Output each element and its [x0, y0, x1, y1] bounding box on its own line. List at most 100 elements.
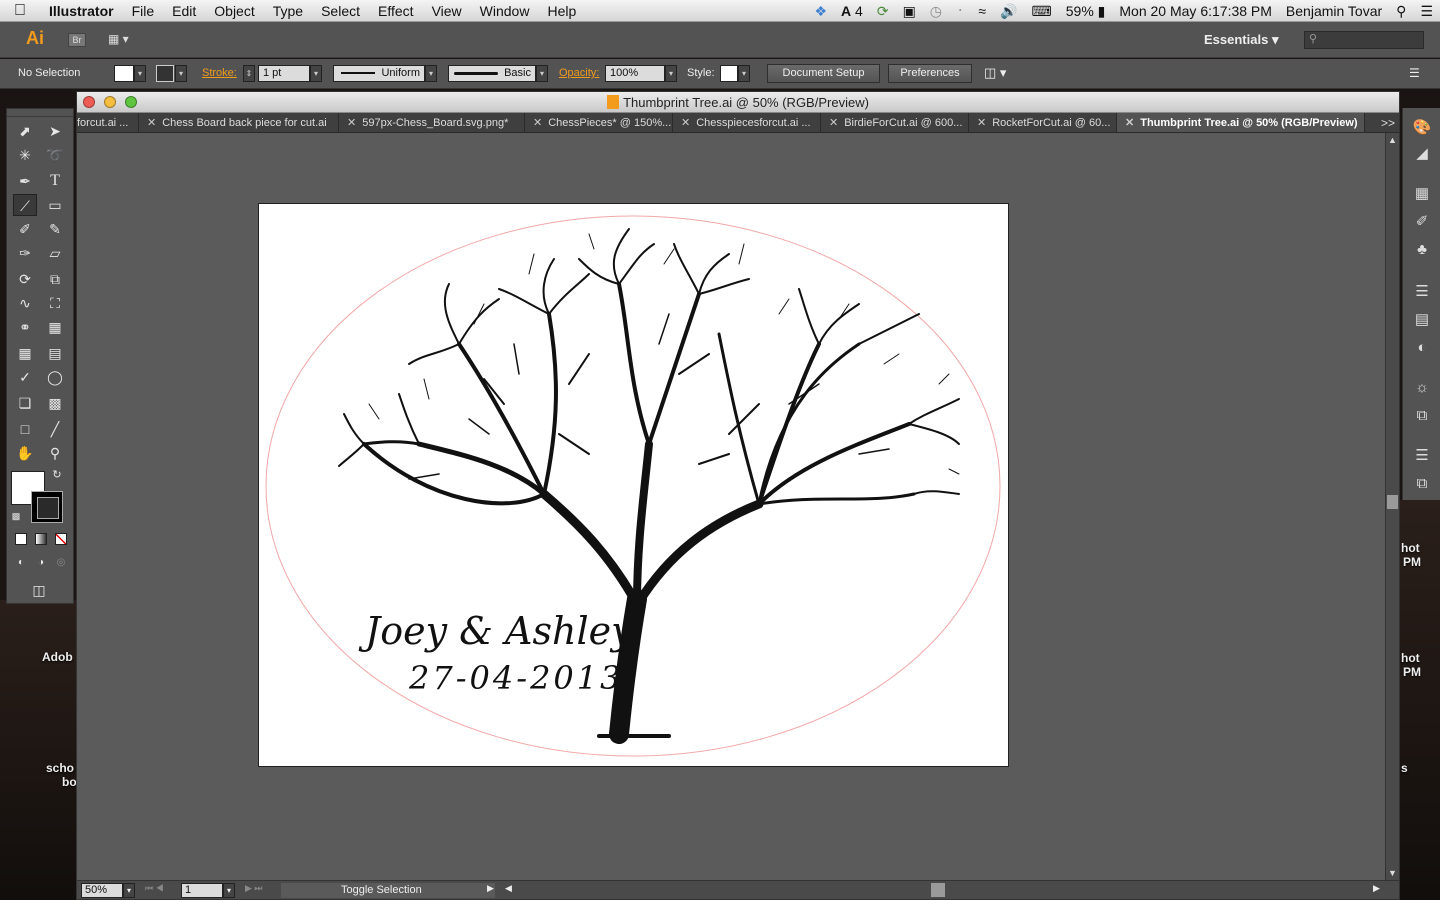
- menu-help[interactable]: Help: [538, 3, 585, 19]
- swatches-panel-icon[interactable]: ▦: [1412, 184, 1432, 204]
- free-transform-tool-icon[interactable]: ⛶: [43, 292, 67, 314]
- scroll-left-icon[interactable]: ◀: [505, 883, 512, 894]
- next-artboard-icon[interactable]: ▶ ⏭: [245, 883, 263, 894]
- document-title-bar[interactable]: Thumbprint Tree.ai @ 50% (RGB/Preview): [77, 92, 1399, 113]
- document-tab[interactable]: ✕ Chess Board back piece for cut.ai: [139, 113, 339, 132]
- stroke-color-swatch[interactable]: [156, 65, 174, 82]
- document-tab[interactable]: ✕ BirdieForCut.ai @ 600...: [821, 113, 969, 132]
- symbol-sprayer-tool-icon[interactable]: ❏: [13, 392, 37, 414]
- stroke-panel-icon[interactable]: ☰: [1412, 282, 1432, 302]
- apple-menu-icon[interactable]: : [0, 2, 40, 20]
- close-tab-icon[interactable]: ✕: [147, 117, 156, 129]
- color-guide-panel-icon[interactable]: ◢: [1412, 144, 1432, 164]
- shape-builder-tool-icon[interactable]: ⚭: [13, 316, 37, 338]
- time-machine-icon[interactable]: ◷: [923, 3, 949, 20]
- desktop-icon-label[interactable]: Adob: [42, 650, 73, 664]
- perspective-grid-tool-icon[interactable]: ▦: [43, 316, 67, 338]
- battery-status[interactable]: 59% ▮: [1059, 3, 1113, 20]
- keyboard-icon[interactable]: ⌨: [1025, 3, 1059, 20]
- close-tab-icon[interactable]: ✕: [347, 117, 356, 129]
- gradient-tool-icon[interactable]: ▤: [43, 342, 67, 364]
- artboard-tool-icon[interactable]: □: [13, 418, 37, 440]
- arrange-icon[interactable]: ◫ ▾: [984, 65, 1006, 81]
- preferences-button[interactable]: Preferences: [888, 64, 972, 83]
- graphic-style-swatch[interactable]: [720, 65, 738, 82]
- color-panel-icon[interactable]: 🎨: [1412, 118, 1432, 138]
- swap-fill-stroke-icon[interactable]: ↻: [49, 467, 65, 483]
- draw-inside-icon[interactable]: ◎: [53, 555, 69, 571]
- brush-dropdown[interactable]: ▾: [536, 65, 548, 82]
- spotlight-icon[interactable]: ⚲: [1389, 3, 1413, 20]
- close-tab-icon[interactable]: ✕: [533, 117, 542, 129]
- stroke-dropdown[interactable]: ▾: [175, 65, 187, 82]
- document-tab[interactable]: ✕ 597px-Chess_Board.svg.png*: [339, 113, 525, 132]
- magic-wand-tool-icon[interactable]: ✳: [13, 144, 37, 166]
- mesh-tool-icon[interactable]: ▦: [13, 342, 37, 364]
- color-mode-icon[interactable]: [13, 531, 29, 547]
- close-tab-icon[interactable]: ✕: [829, 117, 838, 129]
- desktop-icon-label[interactable]: PM: [1403, 665, 1421, 679]
- scroll-right-icon[interactable]: ▶: [1373, 883, 1380, 894]
- menu-type[interactable]: Type: [264, 3, 312, 19]
- artboard[interactable]: Joey & Ashley 27-04-2013: [258, 203, 1009, 767]
- graphic-styles-panel-icon[interactable]: ⧉: [1412, 406, 1432, 426]
- gradient-panel-icon[interactable]: ▤: [1412, 310, 1432, 330]
- horizontal-scroll-thumb[interactable]: [931, 883, 945, 897]
- opacity-field[interactable]: 100%: [605, 65, 665, 82]
- vertical-scrollbar[interactable]: ▲ ▼: [1385, 133, 1399, 880]
- artboard-number-field[interactable]: 1: [181, 883, 223, 898]
- line-segment-tool-icon[interactable]: ⟋: [13, 194, 37, 216]
- slice-tool-icon[interactable]: ╱: [43, 418, 67, 440]
- user-menu[interactable]: Benjamin Tovar: [1279, 3, 1389, 19]
- app-menu[interactable]: Illustrator: [40, 3, 123, 19]
- wifi-icon[interactable]: ≈: [971, 3, 993, 19]
- notification-center-icon[interactable]: ☰: [1413, 3, 1440, 20]
- width-tool-icon[interactable]: ∿: [13, 292, 37, 314]
- eraser-tool-icon[interactable]: ▱: [43, 242, 67, 264]
- blob-brush-tool-icon[interactable]: ✑: [13, 242, 37, 264]
- close-tab-icon[interactable]: ✕: [977, 117, 986, 129]
- direct-selection-tool-icon[interactable]: ➤: [43, 120, 67, 142]
- fill-color-swatch[interactable]: [114, 65, 134, 82]
- document-tab[interactable]: ✕ RocketForCut.ai @ 60...: [969, 113, 1117, 132]
- zoom-dropdown[interactable]: ▾: [123, 883, 135, 898]
- stroke-weight-stepper[interactable]: ⇕: [243, 65, 255, 82]
- desktop-icon-label[interactable]: hot: [1401, 651, 1420, 665]
- menu-file[interactable]: File: [123, 3, 164, 19]
- vertical-scroll-thumb[interactable]: [1387, 495, 1398, 509]
- desktop-icon-label[interactable]: bo: [62, 775, 77, 789]
- more-tabs-button[interactable]: >>: [1381, 113, 1395, 132]
- close-tab-icon[interactable]: ✕: [1125, 117, 1134, 129]
- rotate-tool-icon[interactable]: ⟳: [13, 268, 37, 290]
- document-tab[interactable]: ✕ ChessPieces* @ 150%...: [525, 113, 673, 132]
- menu-effect[interactable]: Effect: [369, 3, 423, 19]
- pen-tool-icon[interactable]: ✒: [13, 170, 37, 192]
- eyedropper-tool-icon[interactable]: ✓: [13, 366, 37, 388]
- default-fill-stroke-icon[interactable]: ▩: [9, 509, 23, 523]
- brushes-panel-icon[interactable]: ✐: [1412, 212, 1432, 232]
- menu-edit[interactable]: Edit: [163, 3, 205, 19]
- hand-tool-icon[interactable]: ✋: [13, 442, 37, 464]
- appearance-panel-icon[interactable]: ☼: [1412, 378, 1432, 398]
- scale-tool-icon[interactable]: ⧉: [43, 268, 67, 290]
- zoom-tool-icon[interactable]: ⚲: [43, 442, 67, 464]
- document-tab[interactable]: ✕ Chesspiecesforcut.ai ...: [673, 113, 821, 132]
- stroke-label[interactable]: Stroke:: [202, 67, 237, 79]
- opacity-label[interactable]: Opacity:: [559, 67, 599, 79]
- transparency-panel-icon[interactable]: ◐: [1412, 338, 1432, 358]
- document-setup-button[interactable]: Document Setup: [767, 64, 880, 83]
- zoom-level-field[interactable]: 50%: [81, 883, 123, 898]
- panel-menu-icon[interactable]: ☰: [1409, 66, 1420, 80]
- adobe-notifications[interactable]: A 4: [834, 3, 870, 19]
- clock[interactable]: Mon 20 May 6:17:38 PM: [1112, 3, 1279, 19]
- paintbrush-tool-icon[interactable]: ✐: [13, 218, 37, 240]
- none-mode-icon[interactable]: [53, 531, 69, 547]
- desktop-icon-label[interactable]: s: [1401, 761, 1408, 775]
- close-window-button[interactable]: [83, 96, 95, 108]
- status-menu-icon[interactable]: ▶: [487, 883, 494, 894]
- document-tab-active[interactable]: ✕ Thumbprint Tree.ai @ 50% (RGB/Preview): [1117, 113, 1365, 132]
- help-search-input[interactable]: ⚲: [1304, 31, 1424, 49]
- status-display[interactable]: Toggle Selection: [281, 883, 495, 898]
- brush-definition[interactable]: Basic: [448, 65, 536, 82]
- symbols-panel-icon[interactable]: ♣: [1412, 240, 1432, 260]
